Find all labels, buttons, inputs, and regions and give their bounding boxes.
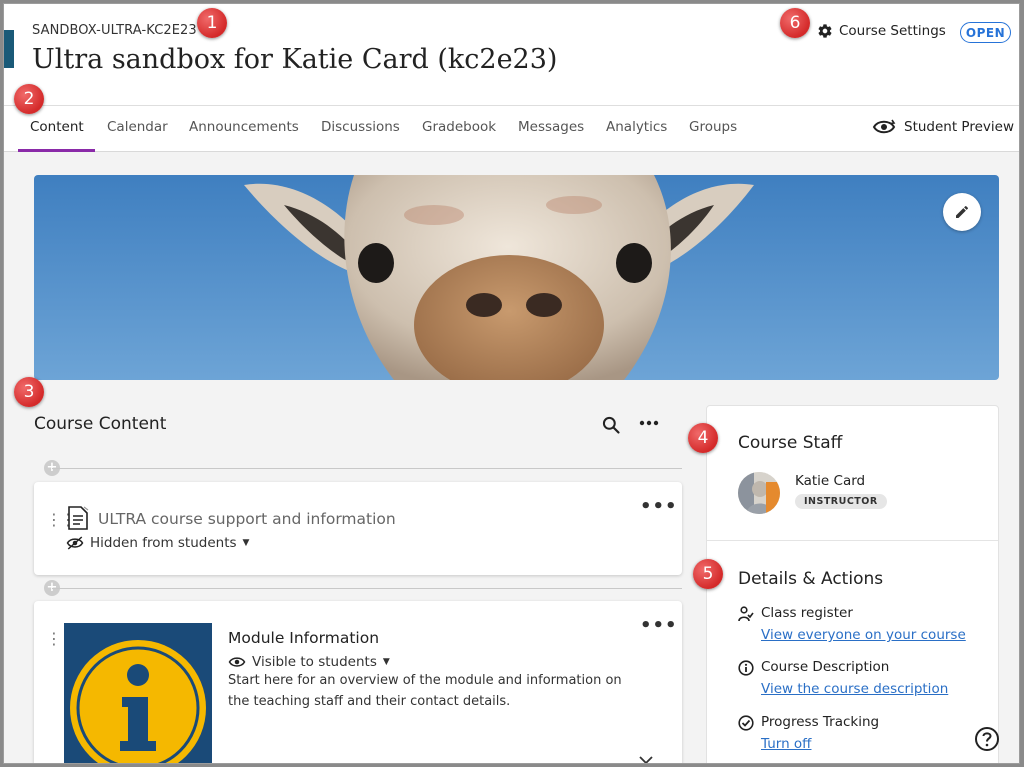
module-information-image xyxy=(64,623,212,763)
turn-off-tracking-link[interactable]: Turn off xyxy=(761,736,811,752)
content-item-card[interactable]: ⋮⋮ Module Information Visible to student… xyxy=(34,601,682,764)
tab-messages[interactable]: Messages xyxy=(518,119,584,135)
course-content-title: Course Content xyxy=(34,414,167,434)
content-divider xyxy=(52,588,682,589)
course-description-label: Course Description xyxy=(761,659,890,675)
course-status-badge[interactable]: OPEN xyxy=(960,22,1011,43)
tab-announcements[interactable]: Announcements xyxy=(189,119,299,135)
course-settings-label: Course Settings xyxy=(839,23,946,39)
content-divider xyxy=(52,468,682,469)
info-icon xyxy=(738,660,754,676)
callout-marker: 3 xyxy=(14,377,44,407)
course-header: SANDBOX-ULTRA-KC2E23 Ultra sandbox for K… xyxy=(4,4,1019,105)
panel-divider xyxy=(707,540,998,541)
course-settings-button[interactable]: Course Settings xyxy=(817,23,946,39)
caret-down-icon: ▼ xyxy=(242,538,250,548)
course-staff-title: Course Staff xyxy=(738,433,843,453)
app-window: SANDBOX-ULTRA-KC2E23 Ultra sandbox for K… xyxy=(3,3,1020,764)
course-nav-tabs: Content Calendar Announcements Discussio… xyxy=(4,105,1019,152)
class-register-label: Class register xyxy=(761,605,853,621)
chevron-down-icon[interactable] xyxy=(639,756,653,764)
callout-marker: 6 xyxy=(780,8,810,38)
view-everyone-link[interactable]: View everyone on your course xyxy=(761,627,966,643)
content-item-title[interactable]: ULTRA course support and information xyxy=(98,510,396,528)
callout-marker: 4 xyxy=(688,423,718,453)
student-preview-label: Student Preview xyxy=(904,119,1014,135)
avatar[interactable] xyxy=(738,472,780,514)
more-options-icon[interactable] xyxy=(639,420,659,426)
visibility-dropdown[interactable]: Visible to students ▼ xyxy=(228,654,390,670)
course-details-panel: Course Staff Katie Card INSTRUCTOR Detai… xyxy=(706,405,999,763)
staff-role-badge: INSTRUCTOR xyxy=(795,494,887,509)
callout-marker: 1 xyxy=(197,8,227,38)
eye-refresh-icon xyxy=(872,119,896,134)
content-item-card[interactable]: ⋮⋮ ULTRA course support and information … xyxy=(34,482,682,575)
eye-icon xyxy=(228,657,246,667)
content-item-title[interactable]: Module Information xyxy=(228,629,379,647)
tab-discussions[interactable]: Discussions xyxy=(321,119,400,135)
giraffe-banner-image xyxy=(34,175,999,380)
eye-slash-icon xyxy=(66,536,84,550)
gear-icon xyxy=(818,24,832,38)
header-accent-bar xyxy=(4,30,14,68)
people-icon xyxy=(738,606,754,622)
more-options-icon[interactable]: ••• xyxy=(640,615,678,636)
check-circle-icon xyxy=(738,715,754,731)
staff-name[interactable]: Katie Card xyxy=(795,473,865,489)
visibility-label: Hidden from students xyxy=(90,535,237,551)
visibility-label: Visible to students xyxy=(252,654,377,670)
document-icon xyxy=(68,506,89,530)
caret-down-icon: ▼ xyxy=(382,657,390,667)
details-actions-title: Details & Actions xyxy=(738,569,884,589)
course-banner xyxy=(34,175,999,380)
content-item-description: Start here for an overview of the module… xyxy=(228,673,622,709)
student-preview-button[interactable]: Student Preview xyxy=(872,118,1014,136)
tab-groups[interactable]: Groups xyxy=(689,119,737,135)
pencil-icon xyxy=(956,205,968,218)
tab-calendar[interactable]: Calendar xyxy=(107,119,168,135)
search-icon[interactable] xyxy=(601,415,621,435)
active-tab-indicator xyxy=(18,149,95,152)
callout-marker: 2 xyxy=(14,84,44,114)
tab-gradebook[interactable]: Gradebook xyxy=(422,119,496,135)
more-options-icon[interactable]: ••• xyxy=(640,496,678,517)
course-title: Ultra sandbox for Katie Card (kc2e23) xyxy=(32,44,558,75)
tab-content[interactable]: Content xyxy=(30,119,84,135)
avatar-image xyxy=(738,472,780,514)
course-id: SANDBOX-ULTRA-KC2E23 xyxy=(32,23,197,38)
info-icon xyxy=(70,640,206,763)
edit-banner-button[interactable] xyxy=(943,193,981,231)
tab-analytics[interactable]: Analytics xyxy=(606,119,667,135)
view-course-description-link[interactable]: View the course description xyxy=(761,681,948,697)
progress-tracking-label: Progress Tracking xyxy=(761,714,880,730)
callout-marker: 5 xyxy=(693,559,723,589)
visibility-dropdown[interactable]: Hidden from students ▼ xyxy=(66,535,249,551)
help-icon[interactable] xyxy=(974,726,1000,752)
